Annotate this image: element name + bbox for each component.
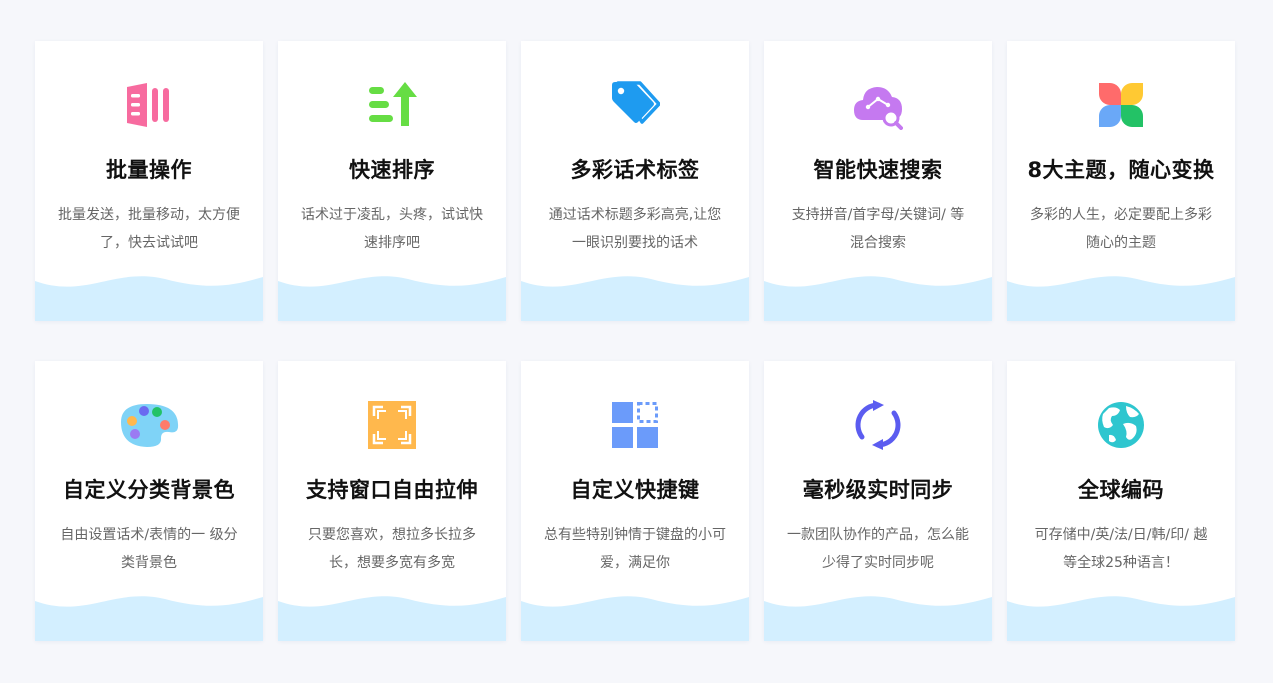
feature-description: 可存储中/英/法/日/韩/印/ 越等全球25种语言！	[1034, 527, 1208, 571]
feature-title: 智能快速搜索	[813, 158, 943, 182]
resize-icon	[367, 400, 417, 450]
feature-title: 快速排序	[349, 158, 435, 182]
wave-decoration	[1007, 271, 1235, 321]
feature-card-shortcut: 自定义快捷键 总有些特别钟情于键盘的小可爱，满足你	[521, 361, 749, 641]
feature-description: 支持拼音/首字母/关键词/ 等混合搜索	[791, 207, 965, 251]
feature-description: 只要您喜欢，想拉多长拉多长，想要多宽有多宽	[308, 527, 476, 571]
feature-title: 多彩话术标签	[570, 158, 700, 182]
feature-card-sync: 毫秒级实时同步 一款团队协作的产品，怎么能少得了实时同步呢	[764, 361, 992, 641]
feature-title: 支持窗口自由拉伸	[306, 478, 478, 502]
feature-card-sort: 快速排序 话术过于凌乱，头疼，试试快速排序吧	[278, 41, 506, 321]
feature-title: 自定义快捷键	[570, 478, 700, 502]
feature-title: 自定义分类背景色	[63, 478, 235, 502]
feature-title: 全球编码	[1078, 478, 1164, 502]
wave-decoration	[35, 591, 263, 641]
feature-title: 毫秒级实时同步	[802, 478, 954, 502]
feature-description: 一款团队协作的产品，怎么能少得了实时同步呢	[787, 527, 969, 571]
feature-description: 自由设置话术/表情的一 级分类背景色	[60, 527, 238, 571]
feature-card-palette: 自定义分类背景色 自由设置话术/表情的一 级分类背景色	[35, 361, 263, 641]
theme-icon	[1096, 80, 1146, 130]
tag-icon	[610, 80, 660, 130]
sort-icon	[367, 80, 417, 130]
wave-decoration	[278, 271, 506, 321]
globe-icon	[1096, 400, 1146, 450]
feature-card-globe: 全球编码 可存储中/英/法/日/韩/印/ 越等全球25种语言！	[1007, 361, 1235, 641]
wave-decoration	[521, 591, 749, 641]
shortcut-icon	[610, 400, 660, 450]
feature-card-search: 智能快速搜索 支持拼音/首字母/关键词/ 等混合搜索	[764, 41, 992, 321]
feature-card-resize: 支持窗口自由拉伸 只要您喜欢，想拉多长拉多长，想要多宽有多宽	[278, 361, 506, 641]
feature-description: 多彩的人生，必定要配上多彩随心的主题	[1030, 207, 1212, 251]
feature-description: 通过话术标题多彩高亮,让您一眼识别要找的话术	[548, 207, 722, 251]
palette-icon	[121, 400, 179, 450]
feature-card-batch: 批量操作 批量发送，批量移动，太方便了，快去试试吧	[35, 41, 263, 321]
sync-icon	[853, 400, 903, 450]
feature-description: 批量发送，批量移动，太方便了，快去试试吧	[58, 207, 240, 251]
wave-decoration	[1007, 591, 1235, 641]
feature-description: 总有些特别钟情于键盘的小可爱，满足你	[544, 527, 726, 571]
wave-decoration	[521, 271, 749, 321]
cloud-search-icon	[853, 80, 903, 130]
feature-card-theme: 8大主题，随心变换 多彩的人生，必定要配上多彩随心的主题	[1007, 41, 1235, 321]
wave-decoration	[764, 591, 992, 641]
feature-title: 8大主题，随心变换	[1027, 158, 1215, 182]
feature-grid: 批量操作 批量发送，批量移动，太方便了，快去试试吧 快速排序 话术过于凌乱，头疼…	[35, 41, 1235, 641]
wave-decoration	[35, 271, 263, 321]
batch-icon	[124, 80, 174, 130]
feature-description: 话术过于凌乱，头疼，试试快速排序吧	[301, 207, 483, 251]
wave-decoration	[764, 271, 992, 321]
feature-card-tag: 多彩话术标签 通过话术标题多彩高亮,让您一眼识别要找的话术	[521, 41, 749, 321]
wave-decoration	[278, 591, 506, 641]
feature-title: 批量操作	[106, 158, 192, 182]
